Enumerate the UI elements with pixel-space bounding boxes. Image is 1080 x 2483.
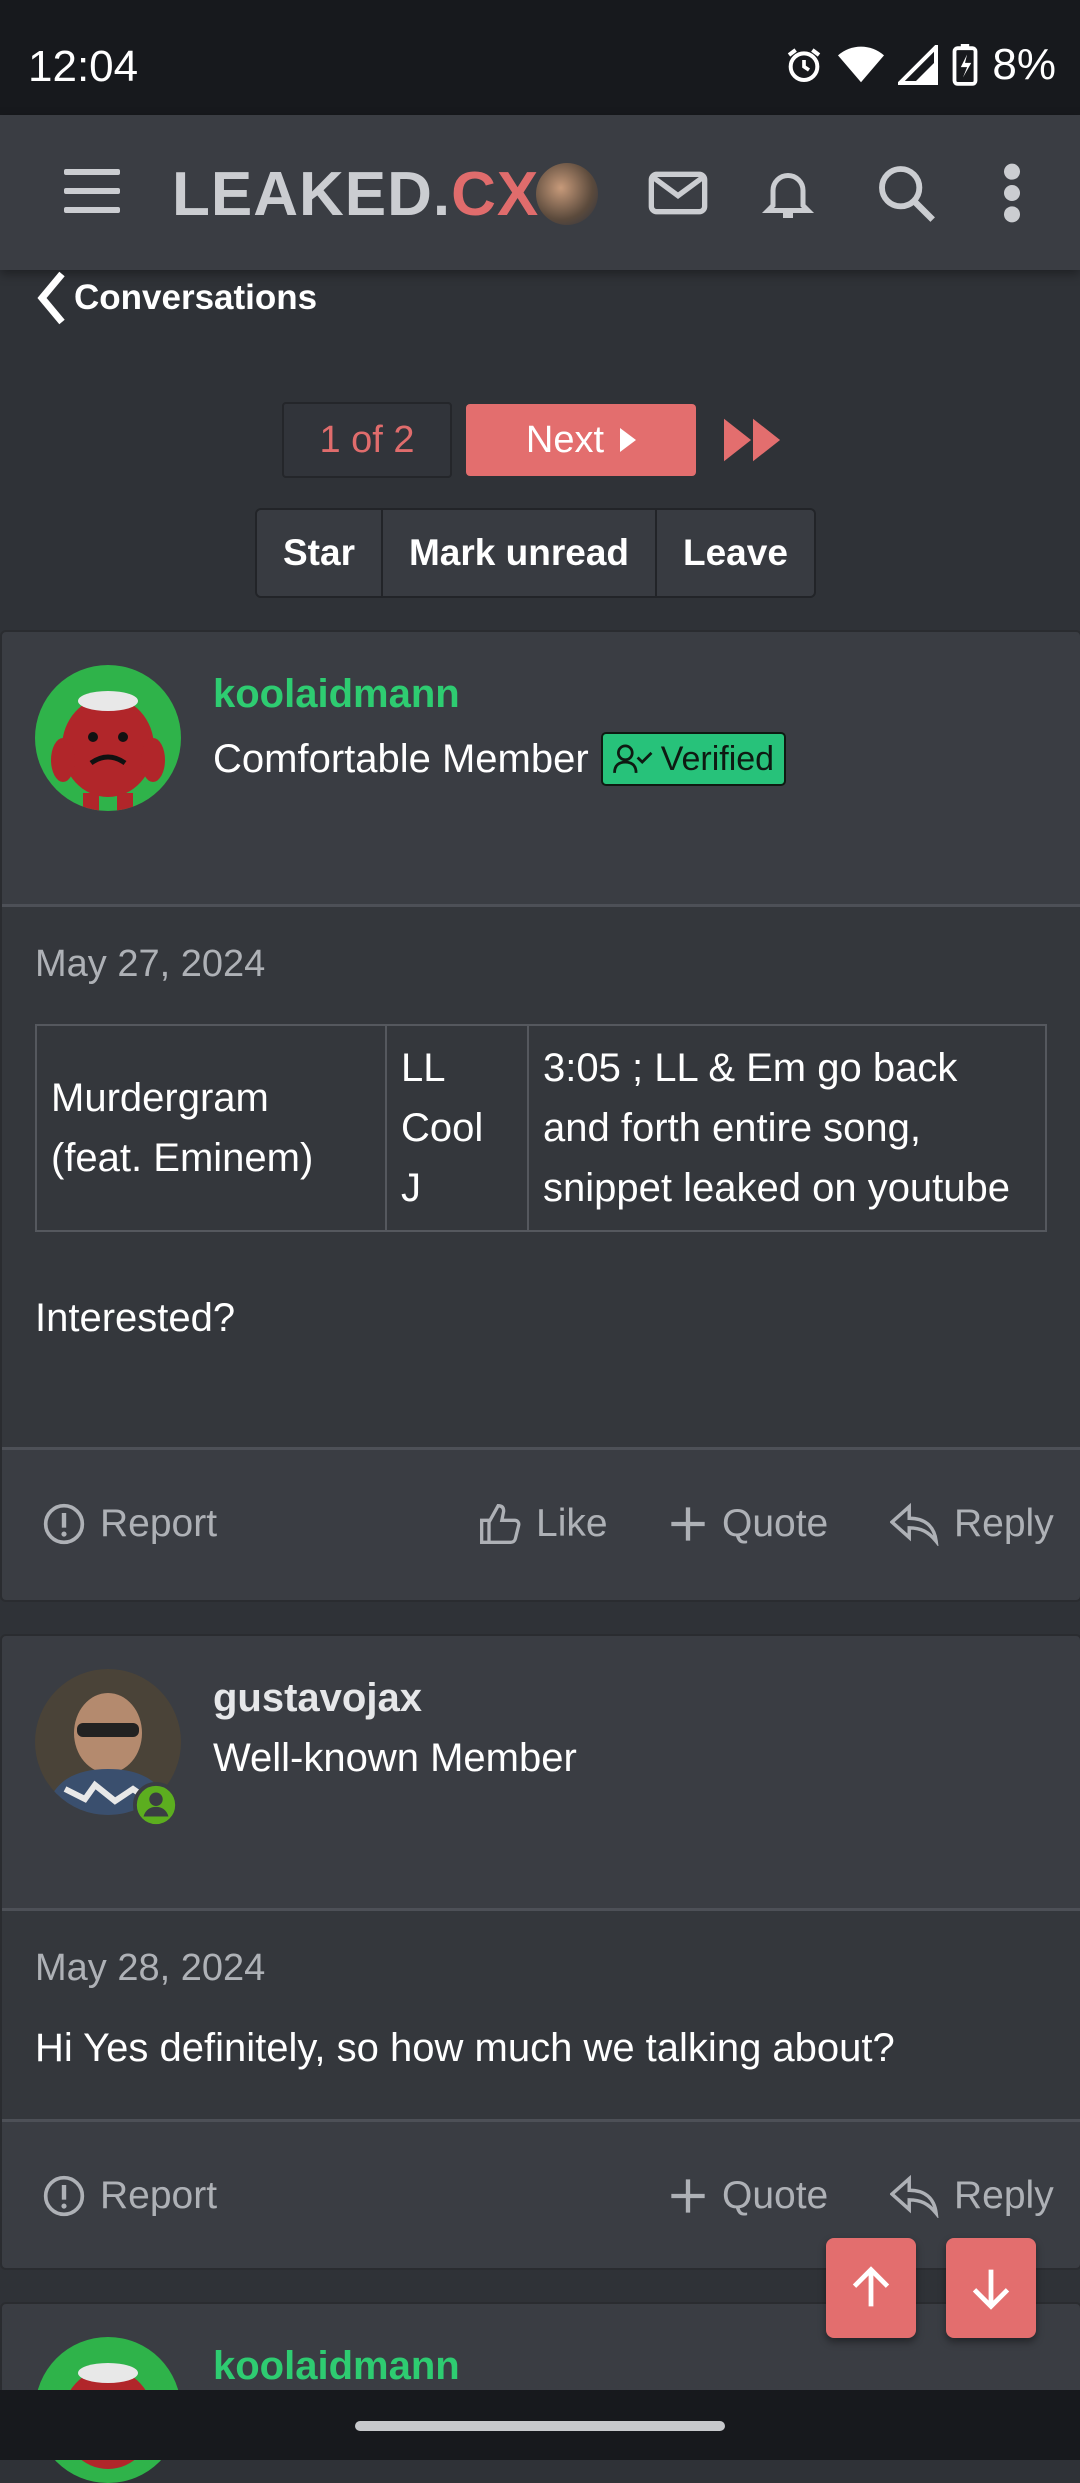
site-logo[interactable]: LEAKED.CX (172, 159, 539, 230)
next-page-button[interactable]: Next (466, 404, 696, 476)
like-button[interactable]: Like (478, 1502, 608, 1546)
reply-icon (890, 1502, 939, 1546)
next-label: Next (525, 418, 605, 461)
user-title-row: Comfortable Member Verified (213, 732, 787, 786)
scroll-top-button[interactable] (826, 2238, 916, 2338)
message-body: May 28, 2024 Hi Yes definitely, so how m… (2, 1911, 1080, 2119)
arrow-down-icon (972, 2269, 1010, 2310)
leave-button[interactable]: Leave (657, 510, 814, 596)
online-status-icon (133, 1782, 179, 1828)
message-header: gustavojax Well-known Member (2, 1636, 1080, 1911)
back-to-conversations[interactable]: Conversations (36, 270, 317, 325)
table-row: Murdergram (feat. Eminem) LL Cool J 3:05… (35, 1024, 1047, 1232)
username[interactable]: koolaidmann (213, 672, 460, 717)
menu-icon[interactable] (64, 167, 120, 215)
caret-right-icon (620, 428, 637, 452)
arrow-up-icon (852, 2266, 890, 2307)
alert-circle-icon (43, 1503, 85, 1545)
quote-button[interactable]: Quote (668, 2174, 828, 2218)
more-icon[interactable] (1000, 161, 1024, 225)
search-icon[interactable] (874, 161, 938, 225)
alarm-icon (788, 48, 821, 82)
status-icons: 8% (784, 40, 1056, 90)
quote-label: Quote (722, 1502, 829, 1545)
status-bar: 12:04 8% (0, 0, 1080, 115)
avatar[interactable] (35, 665, 181, 811)
user-title-row: Well-known Member (213, 1736, 577, 1781)
status-time: 12:04 (28, 42, 139, 91)
thumbs-up-icon (480, 1504, 521, 1544)
table-cell: Murdergram (feat. Eminem) (35, 1024, 387, 1232)
bell-icon[interactable] (758, 161, 818, 225)
reply-icon (890, 2174, 939, 2218)
report-label: Report (100, 1502, 218, 1545)
user-title: Comfortable Member (213, 736, 589, 781)
plus-icon (671, 1507, 705, 1541)
message-header: koolaidmann Comfortable Member Verified (2, 632, 1080, 907)
username[interactable]: koolaidmann (213, 2344, 460, 2389)
message-table: Murdergram (feat. Eminem) LL Cool J 3:05… (35, 1024, 1047, 1232)
like-label: Like (536, 1502, 608, 1545)
chevron-left-icon (37, 271, 65, 324)
message-date[interactable]: May 28, 2024 (35, 1911, 1047, 1990)
message-post: koolaidmann Comfortable Member Verified … (0, 630, 1080, 1602)
battery-level: 8% (992, 40, 1056, 89)
system-nav-bar (0, 2390, 1080, 2460)
username[interactable]: gustavojax (213, 1676, 422, 1721)
message-post: gustavojax Well-known Member May 28, 202… (0, 1634, 1080, 2270)
home-gesture-handle[interactable] (355, 2421, 725, 2431)
star-button[interactable]: Star (257, 510, 383, 596)
account-avatar[interactable] (536, 163, 598, 225)
wifi-icon (838, 46, 885, 83)
last-page-icon[interactable] (724, 418, 782, 462)
table-cell: LL Cool J (385, 1024, 529, 1232)
message-date[interactable]: May 27, 2024 (35, 907, 1047, 986)
user-check-icon (612, 744, 653, 773)
reply-label: Reply (954, 1502, 1054, 1545)
logo-text: LEAKED. (172, 160, 452, 229)
scroll-bottom-button[interactable] (946, 2238, 1036, 2338)
message-footer: Report Like Quote Reply (2, 1447, 1080, 1600)
koolaid-avatar-image (35, 665, 181, 811)
back-label: Conversations (74, 277, 318, 317)
plus-icon (671, 2179, 705, 2213)
user-title: Well-known Member (213, 1736, 577, 1780)
report-label: Report (100, 2174, 218, 2217)
reply-button[interactable]: Reply (890, 2174, 1054, 2218)
quote-label: Quote (722, 2174, 829, 2217)
signal-icon (898, 45, 939, 85)
message-text: Hi Yes definitely, so how much we talkin… (35, 2026, 895, 2070)
alert-circle-icon (43, 2175, 85, 2217)
message-footer: Report Quote Reply (2, 2119, 1080, 2270)
verified-label: Verified (660, 739, 775, 778)
table-cell: 3:05 ; LL & Em go back and forth entire … (527, 1024, 1047, 1232)
app-header: LEAKED.CX (0, 115, 1080, 270)
battery-icon (953, 44, 978, 86)
message-text: Interested? (35, 1296, 236, 1340)
mark-unread-button[interactable]: Mark unread (382, 510, 657, 596)
verified-badge: Verified (600, 732, 787, 786)
message-body: May 27, 2024 Murdergram (feat. Eminem) L… (2, 907, 1080, 1447)
report-button[interactable]: Report (42, 2174, 217, 2218)
mail-icon[interactable] (646, 161, 710, 225)
pagination: 1 of 2 Next (282, 402, 782, 478)
conversation-actions: Star Mark unread Leave (255, 508, 816, 598)
logo-text-accent: CX (451, 160, 540, 229)
reply-button[interactable]: Reply (890, 1502, 1054, 1546)
quote-button[interactable]: Quote (668, 1502, 828, 1546)
reply-label: Reply (954, 2174, 1054, 2217)
report-button[interactable]: Report (42, 1502, 217, 1546)
page-indicator[interactable]: 1 of 2 (282, 402, 452, 478)
